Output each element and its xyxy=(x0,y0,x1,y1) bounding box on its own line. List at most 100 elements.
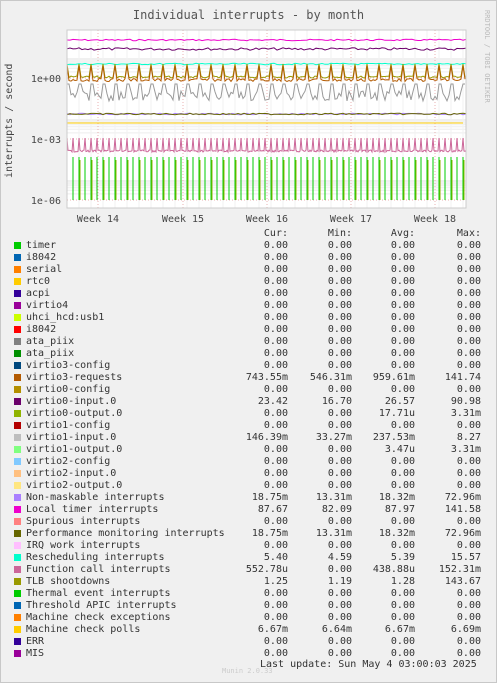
legend-swatch xyxy=(14,386,21,393)
legend-avg-value: 0.00 xyxy=(390,588,415,599)
legend-min-value: 0.00 xyxy=(327,312,352,323)
legend-cur-value: 0.00 xyxy=(263,288,288,299)
legend-max-value: 0.00 xyxy=(456,480,481,491)
col-max-header: Max: xyxy=(456,228,481,239)
legend-swatch xyxy=(14,338,21,345)
legend-cur-value: 18.75m xyxy=(251,492,288,503)
last-update: Last update: Sun May 4 03:00:03 2025 xyxy=(260,659,477,670)
legend-table: Cur: Min: Avg: Max: timer 0.00 0.00 0.00 0.0… xyxy=(14,228,484,660)
legend-max-value: 72.96m xyxy=(444,528,481,539)
legend-min-value: 0.00 xyxy=(327,444,352,455)
legend-swatch xyxy=(14,242,21,249)
legend-avg-value: 17.71u xyxy=(378,408,415,419)
legend-swatch xyxy=(14,518,21,525)
legend-avg-value: 0.00 xyxy=(390,468,415,479)
legend-cur-value: 0.00 xyxy=(263,312,288,323)
legend-avg-value: 0.00 xyxy=(390,384,415,395)
legend-label: virtio1-config xyxy=(26,420,111,431)
legend-max-value: 0.00 xyxy=(456,312,481,323)
legend-min-value: 13.31m xyxy=(315,528,352,539)
col-min-header: Min: xyxy=(327,228,352,239)
legend-avg-value: 0.00 xyxy=(390,456,415,467)
legend-row: ata_piix 0.00 0.00 0.00 0.00 xyxy=(14,336,484,348)
x-tick-label: Week 18 xyxy=(414,214,456,225)
legend-label: Threshold APIC interrupts xyxy=(26,600,177,611)
legend-label: virtio1-output.0 xyxy=(26,444,123,455)
legend-swatch xyxy=(14,398,21,405)
legend-avg-value: 0.00 xyxy=(390,252,415,263)
legend-label: i8042 xyxy=(26,324,57,335)
legend-max-value: 90.98 xyxy=(450,396,481,407)
legend-label: Non-maskable interrupts xyxy=(26,492,165,503)
legend-cur-value: 6.67m xyxy=(257,624,288,635)
legend-min-value: 0.00 xyxy=(327,264,352,275)
legend-avg-value: 0.00 xyxy=(390,540,415,551)
legend-min-value: 0.00 xyxy=(327,348,352,359)
legend-avg-value: 3.47u xyxy=(384,444,415,455)
legend-label: Function call interrupts xyxy=(26,564,171,575)
legend-min-value: 0.00 xyxy=(327,276,352,287)
legend-header: Cur: Min: Avg: Max: xyxy=(14,228,484,240)
legend-max-value: 0.00 xyxy=(456,264,481,275)
legend-label: virtio0-output.0 xyxy=(26,408,123,419)
legend-cur-value: 0.00 xyxy=(263,300,288,311)
legend-min-value: 0.00 xyxy=(327,240,352,251)
legend-label: virtio0-input.0 xyxy=(26,396,117,407)
legend-swatch xyxy=(14,542,21,549)
legend-min-value: 0.00 xyxy=(327,300,352,311)
legend-row: virtio1-config 0.00 0.00 0.00 0.00 xyxy=(14,420,484,432)
legend-max-value: 0.00 xyxy=(456,300,481,311)
legend-swatch xyxy=(14,626,21,633)
legend-cur-value: 0.00 xyxy=(263,360,288,371)
legend-label: ata_piix xyxy=(26,336,75,347)
legend-row: virtio0-input.0 23.42 16.70 26.57 90.98 xyxy=(14,396,484,408)
legend-max-value: 0.00 xyxy=(456,384,481,395)
legend-avg-value: 0.00 xyxy=(390,480,415,491)
legend-swatch xyxy=(14,602,21,609)
legend-min-value: 13.31m xyxy=(315,492,352,503)
legend-cur-value: 0.00 xyxy=(263,612,288,623)
legend-cur-value: 1.25 xyxy=(263,576,288,587)
legend-label: Machine check exceptions xyxy=(26,612,171,623)
legend-swatch xyxy=(14,422,21,429)
legend-label: timer xyxy=(26,240,57,251)
legend-swatch xyxy=(14,578,21,585)
legend-row: timer 0.00 0.00 0.00 0.00 xyxy=(14,240,484,252)
legend-cur-value: 0.00 xyxy=(263,600,288,611)
legend-cur-value: 0.00 xyxy=(263,540,288,551)
legend-max-value: 6.69m xyxy=(450,624,481,635)
legend-max-value: 0.00 xyxy=(456,336,481,347)
legend-max-value: 0.00 xyxy=(456,240,481,251)
legend-row: virtio2-output.0 0.00 0.00 0.00 0.00 xyxy=(14,480,484,492)
legend-label: Rescheduling interrupts xyxy=(26,552,165,563)
legend-swatch xyxy=(14,590,21,597)
legend-label: ata_piix xyxy=(26,348,75,359)
legend-avg-value: 0.00 xyxy=(390,312,415,323)
col-cur-header: Cur: xyxy=(263,228,288,239)
y-tick-label: 1e-06 xyxy=(31,196,61,207)
legend-row: Performance monitoring interrupts 18.75m 1… xyxy=(14,528,484,540)
legend-max-value: 143.67 xyxy=(444,576,481,587)
legend-label: virtio0-config xyxy=(26,384,111,395)
legend-min-value: 0.00 xyxy=(327,252,352,263)
legend-swatch xyxy=(14,278,21,285)
legend-cur-value: 87.67 xyxy=(257,504,288,515)
x-tick-label: Week 15 xyxy=(162,214,204,225)
legend-cur-value: 0.00 xyxy=(263,444,288,455)
legend-cur-value: 146.39m xyxy=(245,432,288,443)
legend-max-value: 152.31m xyxy=(438,564,481,575)
munin-version: Munin 2.0.33 xyxy=(222,667,273,675)
legend-min-value: 0.00 xyxy=(327,516,352,527)
legend-cur-value: 0.00 xyxy=(263,324,288,335)
legend-label: Spurious interrupts xyxy=(26,516,141,527)
legend-row: ERR 0.00 0.00 0.00 0.00 xyxy=(14,636,484,648)
legend-label: IRQ work interrupts xyxy=(26,540,141,551)
legend-avg-value: 87.97 xyxy=(384,504,415,515)
legend-label: virtio2-output.0 xyxy=(26,480,123,491)
x-tick-label: Week 14 xyxy=(77,214,119,225)
legend-row: Spurious interrupts 0.00 0.00 0.00 0.00 xyxy=(14,516,484,528)
legend-max-value: 0.00 xyxy=(456,276,481,287)
legend-avg-value: 1.28 xyxy=(390,576,415,587)
legend-row: virtio2-input.0 0.00 0.00 0.00 0.00 xyxy=(14,468,484,480)
legend-min-value: 0.00 xyxy=(327,564,352,575)
